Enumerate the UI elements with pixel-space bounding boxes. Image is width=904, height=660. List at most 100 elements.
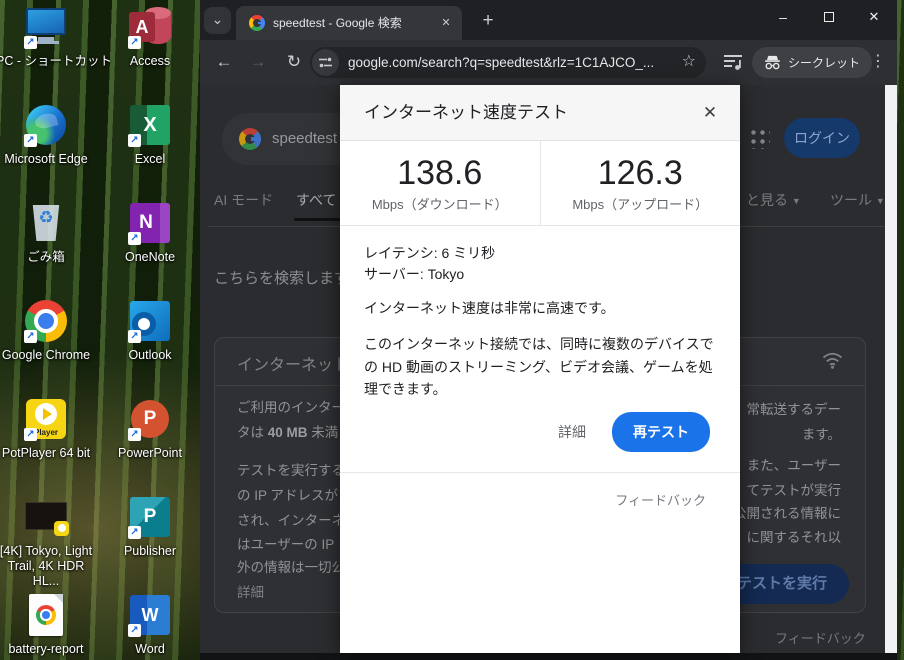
- shortcut-arrow-icon: ↗: [24, 134, 37, 147]
- card-text: タは 40 MB 未満: [237, 421, 338, 441]
- desktop-icon-label: Word: [100, 642, 200, 657]
- word-icon: W↗: [127, 592, 173, 638]
- browser-window: ⌄ speedtest - Google 検索 ✕ + – ✕ ← → ↻ go…: [200, 0, 897, 660]
- card-detail-link[interactable]: 詳細: [237, 581, 264, 601]
- desktop-icon-publisher[interactable]: P↗ Publisher: [100, 494, 200, 559]
- browser-tab[interactable]: speedtest - Google 検索 ✕: [236, 6, 462, 40]
- desktop-icon-label: Excel: [100, 152, 200, 167]
- media-controls-icon[interactable]: [722, 51, 746, 75]
- page-feedback-link[interactable]: フィードバック: [775, 628, 866, 647]
- incognito-icon: [764, 55, 781, 70]
- latency-text: レイテンシ: 6 ミリ秒: [364, 243, 716, 264]
- tab-search-button[interactable]: ⌄: [204, 7, 231, 34]
- tab-strip: ⌄ speedtest - Google 検索 ✕ + – ✕: [200, 0, 897, 40]
- desktop-icon-onenote[interactable]: N↗ OneNote: [100, 200, 200, 265]
- back-button[interactable]: ←: [208, 46, 240, 78]
- card-text: てテストが実行: [747, 479, 842, 499]
- dialog-body: レイテンシ: 6 ミリ秒 サーバー: Tokyo インターネット速度は非常に高速…: [364, 243, 716, 401]
- download-metric: 138.6 Mbps（ダウンロード）: [340, 141, 540, 225]
- search-query-text: speedtest: [272, 113, 337, 165]
- onenote-icon: N↗: [127, 200, 173, 246]
- shortcut-arrow-icon: ↗: [128, 134, 141, 147]
- card-text: はユーザーの IP: [237, 533, 334, 553]
- shortcut-arrow-icon: ↗: [128, 36, 141, 49]
- browser-menu-button[interactable]: ⋮: [866, 46, 890, 78]
- forward-button[interactable]: →: [242, 46, 274, 78]
- desktop-icon-battery-report[interactable]: battery-report: [0, 592, 96, 657]
- reload-button[interactable]: ↻: [278, 46, 310, 78]
- powerpoint-icon: P↗: [127, 396, 173, 442]
- card-text: 常転送するデー: [747, 398, 842, 418]
- incognito-badge[interactable]: シークレット: [752, 47, 872, 78]
- description-text: このインターネット接続では、同時に複数のデバイスでの HD 動画のストリーミング…: [364, 333, 716, 401]
- desktop-icon-edge[interactable]: ↗ Microsoft Edge: [0, 102, 96, 167]
- tab-close-button[interactable]: ✕: [438, 15, 454, 31]
- new-tab-button[interactable]: +: [476, 9, 500, 33]
- desktop-icon-label: [4K] Tokyo, LightTrail, 4K HDR HL...: [0, 544, 96, 589]
- card-text: ご利用のインター: [237, 396, 345, 416]
- caret-down-icon: ▼: [876, 196, 885, 206]
- html-file-icon: [23, 592, 69, 638]
- address-bar[interactable]: google.com/search?q=speedtest&rlz=1C1AJC…: [310, 47, 706, 78]
- card-text: され、インターネ: [237, 509, 345, 529]
- window-bottom-edge: [200, 653, 897, 660]
- detail-link[interactable]: 詳細: [558, 422, 586, 442]
- potplayer-icon: Player↗: [23, 396, 69, 442]
- desktop-icon-video-file[interactable]: [4K] Tokyo, LightTrail, 4K HDR HL...: [0, 494, 96, 589]
- desktop-icon-chrome[interactable]: ↗ Google Chrome: [0, 298, 96, 363]
- desktop-icon-label: Publisher: [100, 544, 200, 559]
- verdict-text: インターネット速度は非常に高速です。: [364, 298, 716, 319]
- shortcut-arrow-icon: ↗: [128, 330, 141, 343]
- more-dropdown[interactable]: と見る ▼: [746, 190, 801, 210]
- card-text: 外の情報は一切公: [237, 556, 345, 576]
- card-text: また、ユーザー: [747, 454, 841, 474]
- page-scrollbar[interactable]: [885, 85, 897, 653]
- tab-ai-mode[interactable]: AI モード: [214, 190, 273, 210]
- shortcut-arrow-icon: ↗: [128, 232, 141, 245]
- desktop-icon-potplayer[interactable]: Player↗ PotPlayer 64 bit: [0, 396, 96, 461]
- desktop-icon-label: PotPlayer 64 bit: [0, 446, 96, 461]
- shortcut-arrow-icon: ↗: [24, 428, 37, 441]
- card-text: テストを実行する: [237, 459, 345, 479]
- bookmark-star-icon[interactable]: ☆: [682, 47, 696, 78]
- google-apps-grid-icon[interactable]: [748, 127, 770, 149]
- dialog-header: インターネット速度テスト ✕: [340, 85, 740, 141]
- desktop-icon-label: Microsoft Edge: [0, 152, 96, 167]
- dialog-close-button[interactable]: ✕: [696, 99, 724, 127]
- upload-value: 126.3: [598, 154, 683, 192]
- server-text: サーバー: Tokyo: [364, 264, 716, 285]
- search-hint-text: こちらを検索します: [214, 267, 349, 288]
- desktop-icon-label: Google Chrome: [0, 348, 96, 363]
- download-unit: Mbps（ダウンロード）: [372, 194, 508, 213]
- card-title: インターネット: [237, 351, 349, 375]
- desktop-icon-label: Access: [100, 54, 200, 69]
- search-tune-icon[interactable]: [312, 49, 339, 76]
- card-text: の IP アドレスが: [237, 484, 338, 504]
- caret-down-icon: ▼: [792, 196, 801, 206]
- video-file-icon: [23, 494, 69, 540]
- desktop-icon-outlook[interactable]: ↗ Outlook: [100, 298, 200, 363]
- desktop-icon-pc[interactable]: ↗ PC - ショートカット: [0, 4, 96, 69]
- google-favicon: [249, 15, 265, 31]
- divider: [340, 472, 740, 473]
- tab-all[interactable]: すべて: [296, 190, 336, 210]
- window-close-button[interactable]: ✕: [851, 0, 897, 34]
- tools-dropdown[interactable]: ツール ▼: [830, 190, 885, 210]
- dialog-title: インターネット速度テスト: [364, 85, 568, 141]
- retest-button[interactable]: 再テスト: [612, 412, 710, 452]
- maximize-icon: [824, 12, 834, 22]
- login-button[interactable]: ログイン: [784, 118, 860, 158]
- desktop-icon-label: PowerPoint: [100, 446, 200, 461]
- desktop-icon-word[interactable]: W↗ Word: [100, 592, 200, 657]
- desktop-icon-powerpoint[interactable]: P↗ PowerPoint: [100, 396, 200, 461]
- desktop-icon-access[interactable]: A↗ Access: [100, 4, 200, 69]
- dialog-feedback-link[interactable]: フィードバック: [615, 490, 706, 509]
- minimize-button[interactable]: –: [760, 0, 806, 34]
- access-icon: A↗: [127, 4, 173, 50]
- incognito-label: シークレット: [788, 54, 860, 71]
- recycle-bin-icon: ♻: [23, 200, 69, 246]
- desktop-icon-excel[interactable]: X↗ Excel: [100, 102, 200, 167]
- maximize-button[interactable]: [806, 0, 852, 34]
- tab-title: speedtest - Google 検索: [273, 6, 433, 40]
- desktop-icon-recycle-bin[interactable]: ♻ ごみ箱: [0, 200, 96, 265]
